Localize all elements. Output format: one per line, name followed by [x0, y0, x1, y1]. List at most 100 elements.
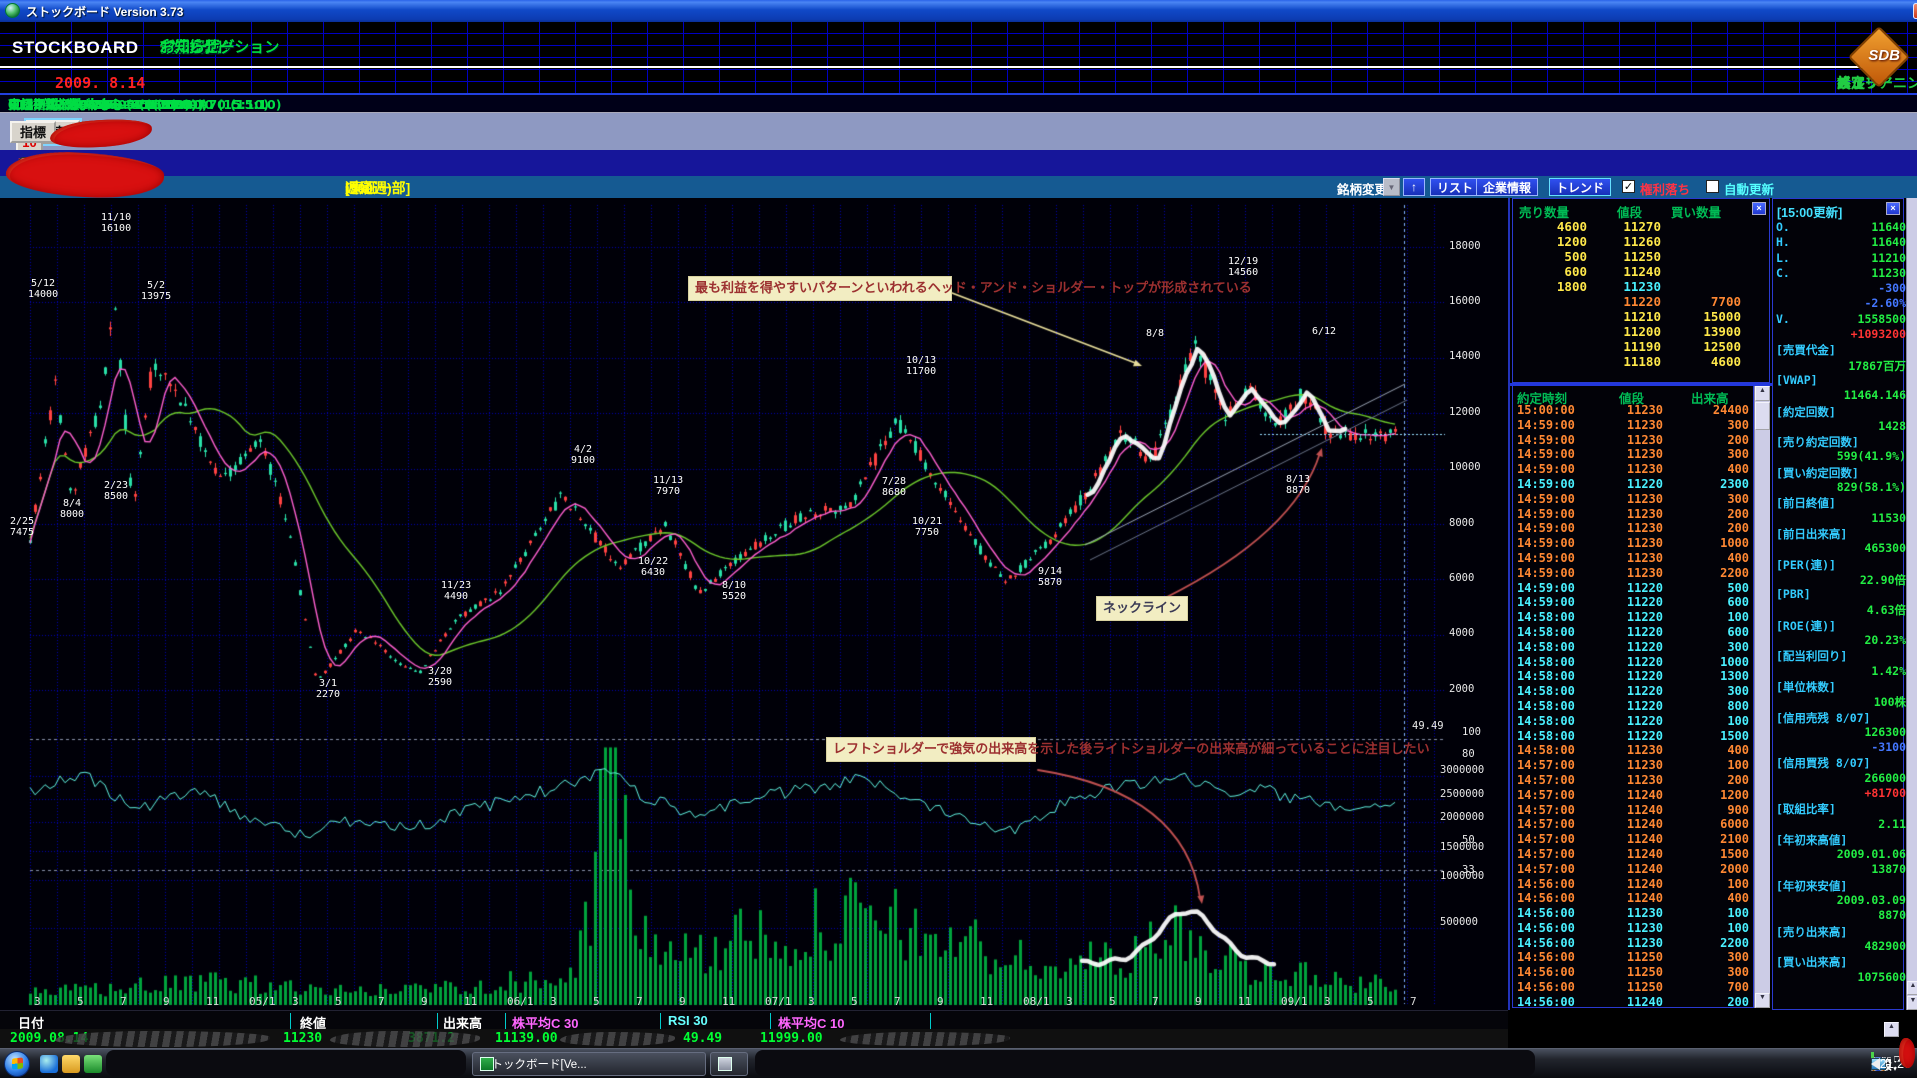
- trade-row[interactable]: 14:56:0011250300: [1513, 965, 1753, 980]
- scrollbar-thumb[interactable]: [1755, 402, 1770, 430]
- tape-scrollbar[interactable]: ▲ ▼: [1754, 386, 1770, 1008]
- trade-row[interactable]: 14:58:00112201300: [1513, 669, 1753, 684]
- trade-row[interactable]: 14:59:0011220500: [1513, 581, 1753, 596]
- trade-volume: 1300: [1681, 669, 1749, 683]
- bid-qty: 13900: [1673, 324, 1741, 339]
- trade-row[interactable]: 14:59:0011230400: [1513, 551, 1753, 566]
- trade-row[interactable]: 15:00:001123024400: [1513, 403, 1753, 418]
- auto-update-checkbox[interactable]: [1706, 180, 1719, 193]
- quote-label: [売買代金]: [1776, 342, 1836, 358]
- trade-row[interactable]: 14:59:0011230200: [1513, 433, 1753, 448]
- quote-label: [VWAP]: [1776, 373, 1818, 387]
- trade-row[interactable]: 14:57:0011240900: [1513, 803, 1753, 818]
- trend-button[interactable]: トレンド: [1549, 178, 1611, 196]
- scroll-up-arrow-icon[interactable]: ▲: [1907, 981, 1917, 995]
- scroll-down-arrow-icon[interactable]: ▼: [1907, 996, 1917, 1010]
- ex-rights-checkbox[interactable]: ✓: [1622, 180, 1635, 193]
- trade-row[interactable]: 14:59:0011230300: [1513, 492, 1753, 507]
- trade-time: 14:58:00: [1517, 655, 1579, 669]
- order-book-row[interactable]: 460011270: [1513, 219, 1769, 234]
- scroll-down-arrow-icon[interactable]: ▼: [1755, 993, 1770, 1008]
- chart-header-bar: [東証一部] 週足 (500週) 銘柄変更 ▼ ↑ リスト 企業情報 トレンド …: [0, 176, 1917, 198]
- order-book-row[interactable]: 120011260: [1513, 234, 1769, 249]
- close-button[interactable]: ×: [1913, 3, 1917, 19]
- trade-price: 11220: [1605, 610, 1663, 624]
- quote-value: 1428: [1878, 419, 1906, 433]
- menu-item-お知らせ[interactable]: お知らせ: [160, 36, 220, 57]
- indicator-button[interactable]: 指標: [10, 121, 56, 143]
- title-bar[interactable]: ストックボード Version 3.73 _ ▢ ×: [0, 0, 1917, 22]
- quote-label: [信用買残 8/07]: [1776, 755, 1870, 771]
- trade-row[interactable]: 14:58:00112201500: [1513, 729, 1753, 744]
- trade-volume: 300: [1681, 418, 1749, 432]
- trade-row[interactable]: 14:56:0011230100: [1513, 906, 1753, 921]
- order-book-row[interactable]: 1119012500: [1513, 339, 1769, 354]
- trade-row[interactable]: 14:56:0011250300: [1513, 950, 1753, 965]
- trade-row[interactable]: 14:56:0011230100: [1513, 921, 1753, 936]
- trade-row[interactable]: 14:58:0011220300: [1513, 640, 1753, 655]
- quick-launch-folder-icon[interactable]: [62, 1055, 80, 1073]
- trade-row[interactable]: 14:59:0011220600: [1513, 595, 1753, 610]
- trade-row[interactable]: 14:56:0011240400: [1513, 891, 1753, 906]
- trade-row[interactable]: 14:57:00112401500: [1513, 847, 1753, 862]
- trade-row[interactable]: 14:58:00112201000: [1513, 655, 1753, 670]
- trade-row[interactable]: 14:59:0011230300: [1513, 418, 1753, 433]
- order-book-row[interactable]: 1120013900: [1513, 324, 1769, 339]
- scroll-up-arrow-icon[interactable]: ▲: [1755, 386, 1770, 401]
- trade-row[interactable]: 14:59:0011230400: [1513, 462, 1753, 477]
- quote-row: 465300: [1776, 541, 1906, 556]
- volume-icon[interactable]: [1871, 1058, 1880, 1070]
- time-and-sales: 約定時刻 値段 出来高 15:00:00112302440014:59:0011…: [1512, 386, 1754, 1008]
- ask-qty: 600: [1521, 264, 1587, 279]
- trade-row[interactable]: 14:57:0011230200: [1513, 773, 1753, 788]
- trade-row[interactable]: 14:58:0011220600: [1513, 625, 1753, 640]
- company-info-button[interactable]: 企業情報: [1476, 178, 1538, 196]
- order-book-row[interactable]: 112207700: [1513, 294, 1769, 309]
- redaction-smudge: [560, 1032, 675, 1046]
- trade-row[interactable]: 14:57:00112406000: [1513, 817, 1753, 832]
- trade-row[interactable]: 14:57:00112401200: [1513, 788, 1753, 803]
- trade-row[interactable]: 14:57:00112402100: [1513, 832, 1753, 847]
- order-book-row[interactable]: 60011240: [1513, 264, 1769, 279]
- order-book-row[interactable]: 50011250: [1513, 249, 1769, 264]
- trade-row[interactable]: 14:58:0011220100: [1513, 610, 1753, 625]
- taskbar-app-button[interactable]: ストックボード[Ve...: [472, 1052, 706, 1076]
- trade-price: 11230: [1605, 551, 1663, 565]
- quote-row: [前日出来高]: [1776, 526, 1906, 541]
- scroll-up-arrow-icon[interactable]: ▲: [1884, 1022, 1899, 1037]
- trade-row[interactable]: 14:59:00112301000: [1513, 536, 1753, 551]
- trade-volume: 2300: [1681, 477, 1749, 491]
- trade-row[interactable]: 14:58:0011220800: [1513, 699, 1753, 714]
- trade-row[interactable]: 14:57:00112402000: [1513, 862, 1753, 877]
- panel-scrollbar[interactable]: ▲ ▼: [1906, 198, 1917, 1010]
- list-button[interactable]: リスト: [1430, 178, 1480, 196]
- trade-row[interactable]: 14:59:0011230200: [1513, 521, 1753, 536]
- quote-row: [VWAP]: [1776, 373, 1906, 388]
- trade-row[interactable]: 14:57:0011230100: [1513, 758, 1753, 773]
- quick-launch-browser-icon[interactable]: [40, 1055, 58, 1073]
- trade-row[interactable]: 14:59:0011230300: [1513, 447, 1753, 462]
- order-book-row[interactable]: 180011230: [1513, 279, 1769, 294]
- trade-row[interactable]: 14:58:0011230400: [1513, 743, 1753, 758]
- close-icon[interactable]: ×: [1752, 202, 1766, 215]
- trade-row[interactable]: 14:56:00112302200: [1513, 936, 1753, 951]
- close-icon[interactable]: ×: [1886, 202, 1900, 215]
- stock-chart-canvas[interactable]: [0, 198, 1508, 1010]
- trade-row[interactable]: 14:56:0011240100: [1513, 877, 1753, 892]
- trade-row[interactable]: 14:59:00112302200: [1513, 566, 1753, 581]
- trade-row[interactable]: 14:59:00112202300: [1513, 477, 1753, 492]
- top-link-終了[interactable]: 終了: [1837, 73, 1865, 93]
- order-book-row[interactable]: 1121015000: [1513, 309, 1769, 324]
- quote-row: 2009.01.06: [1776, 847, 1906, 862]
- trade-row[interactable]: 14:56:0011240200: [1513, 995, 1753, 1008]
- quick-launch-media-icon[interactable]: [84, 1055, 102, 1073]
- symbol-change-dropdown[interactable]: ▼: [1383, 178, 1400, 196]
- order-book-row[interactable]: 111804600: [1513, 354, 1769, 369]
- trade-row[interactable]: 14:58:0011220100: [1513, 714, 1753, 729]
- trade-row[interactable]: 14:58:0011220300: [1513, 684, 1753, 699]
- quote-value: 126300: [1864, 725, 1906, 739]
- scroll-up-button[interactable]: ↑: [1403, 178, 1425, 196]
- trade-row[interactable]: 14:56:0011250700: [1513, 980, 1753, 995]
- taskbar-mini-button[interactable]: [710, 1052, 748, 1076]
- trade-row[interactable]: 14:59:0011230200: [1513, 507, 1753, 522]
